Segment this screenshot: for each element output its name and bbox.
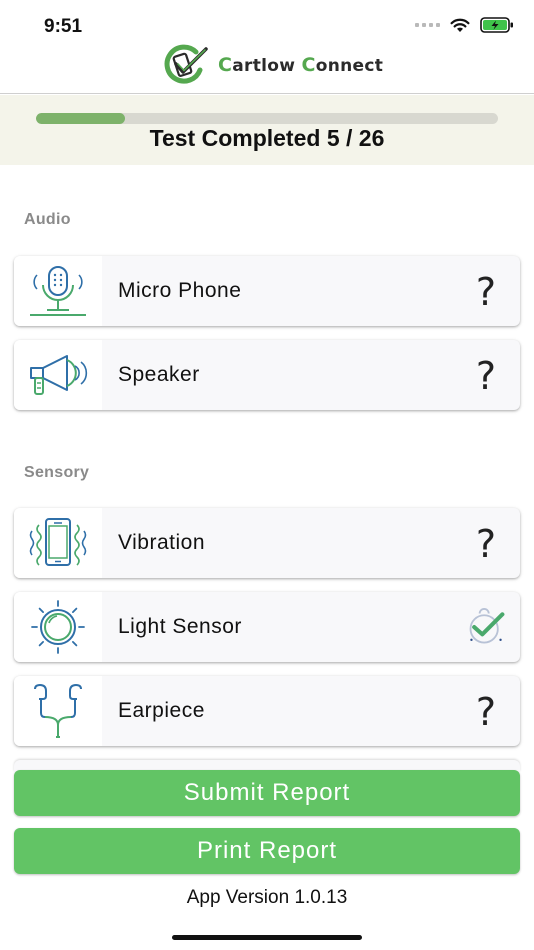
cartlow-connect-logo: Cartlow Connect [162,44,383,86]
progress-label: Test Completed 5 / 26 [149,125,385,151]
section-title-audio: Audio [24,211,71,228]
status-icons [415,17,514,33]
battery-charging-icon [480,17,513,33]
test-item-light-sensor[interactable]: Light Sensor [14,592,520,662]
help-icon[interactable]: ? [466,692,506,732]
help-icon[interactable]: ? [466,356,506,396]
test-item-vibration[interactable]: Vibration ? [14,508,520,578]
microphone-icon [30,266,86,316]
test-item-label: Earpiece [118,699,205,722]
test-item-speaker[interactable]: Speaker ? [14,340,520,410]
cellular-signal-icon [415,23,440,27]
progress-bar [36,113,498,124]
wifi-icon [450,18,470,32]
section-title-sensory: Sensory [24,464,90,481]
test-item-label: Micro Phone [118,279,242,302]
test-item-label: Vibration [118,531,206,554]
submit-report-button[interactable]: Submit Report [14,770,520,816]
test-item-microphone[interactable]: Micro Phone ? [14,256,520,326]
logo-text: Cartlow Connect [218,54,384,76]
home-indicator[interactable] [172,935,362,940]
test-item-earpiece[interactable]: Earpiece ? [14,676,520,746]
help-icon[interactable]: ? [466,272,506,312]
vibration-icon [29,518,87,566]
passed-check-icon[interactable] [466,608,506,648]
status-time: 9:51 [44,16,83,37]
app-header: Cartlow Connect [0,40,534,94]
test-item-label: Light Sensor [118,615,242,638]
progress-panel: Test Completed 5 / 26 [0,95,534,165]
help-icon[interactable]: ? [466,524,506,564]
app-version: App Version 1.0.13 [186,887,348,908]
speaker-icon [30,355,88,395]
logo-check-icon [164,44,208,84]
test-item-label: Speaker [118,363,200,386]
print-report-button[interactable]: Print Report [14,828,520,874]
earpiece-icon [34,683,82,738]
light-sensor-icon [31,600,85,654]
progress-bar-fill [36,113,125,124]
